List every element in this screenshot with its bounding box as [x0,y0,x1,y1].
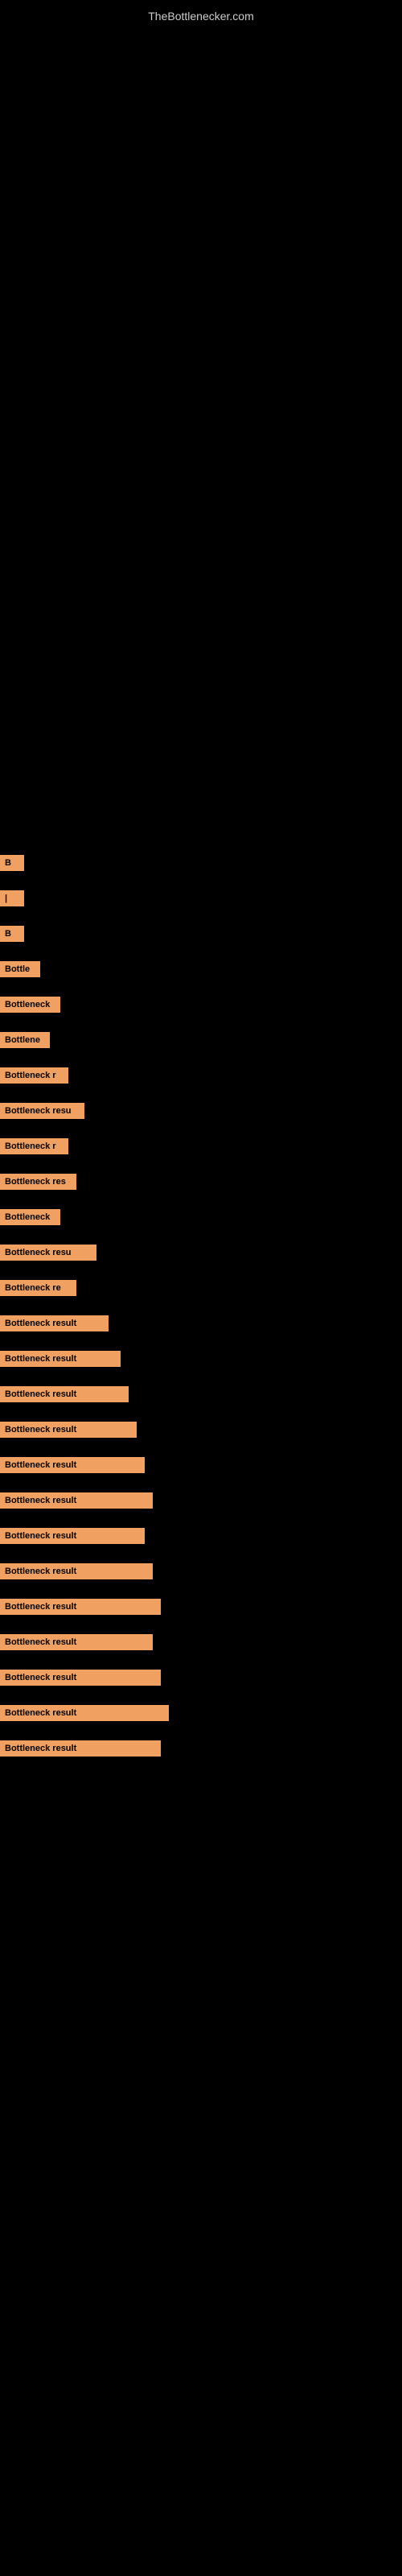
bottleneck-item: Bottleneck r [0,1058,402,1093]
bottleneck-item: Bottleneck result [0,1377,402,1412]
bottleneck-item: B [0,916,402,952]
bottleneck-label[interactable]: B [0,855,24,871]
bottleneck-list: B | B Bottle Bottleneck Bottlene Bottleneck r B… [0,845,402,1766]
bottleneck-item: Bottleneck result [0,1341,402,1377]
bottleneck-item: | [0,881,402,916]
bottleneck-item: Bottleneck re [0,1270,402,1306]
bottleneck-item: Bottleneck result [0,1554,402,1589]
bottleneck-item: Bottleneck result [0,1518,402,1554]
bottleneck-item: Bottleneck result [0,1589,402,1624]
bottleneck-label[interactable]: Bottleneck result [0,1386,129,1402]
bottleneck-label[interactable]: Bottlene [0,1032,50,1048]
bottleneck-item: Bottleneck resu [0,1093,402,1129]
bottleneck-item: Bottleneck result [0,1412,402,1447]
bottleneck-label[interactable]: Bottleneck [0,997,60,1013]
bottleneck-label[interactable]: Bottleneck result [0,1705,169,1721]
bottleneck-label[interactable]: Bottleneck result [0,1740,161,1757]
bottleneck-label[interactable]: Bottleneck result [0,1599,161,1615]
bottleneck-item: B [0,845,402,881]
bottleneck-label[interactable]: Bottleneck result [0,1528,145,1544]
bottleneck-label[interactable]: Bottleneck result [0,1351,121,1367]
bottleneck-item: Bottle [0,952,402,987]
bottleneck-label[interactable]: Bottleneck result [0,1563,153,1579]
bottleneck-item: Bottleneck result [0,1306,402,1341]
bottleneck-label[interactable]: Bottleneck resu [0,1245,96,1261]
bottleneck-label[interactable]: Bottleneck result [0,1492,153,1509]
bottleneck-item: Bottleneck result [0,1447,402,1483]
bottleneck-item: Bottleneck res [0,1164,402,1199]
bottleneck-item: Bottleneck [0,987,402,1022]
bottleneck-label[interactable]: Bottleneck [0,1209,60,1225]
bottleneck-label[interactable]: | [0,890,24,906]
site-title: TheBottlenecker.com [0,3,402,29]
bottleneck-item: Bottleneck [0,1199,402,1235]
bottleneck-label[interactable]: Bottleneck result [0,1422,137,1438]
bottleneck-label[interactable]: Bottleneck result [0,1315,109,1331]
bottleneck-label[interactable]: Bottleneck res [0,1174,76,1190]
bottleneck-label[interactable]: Bottleneck result [0,1457,145,1473]
bottleneck-label[interactable]: B [0,926,24,942]
bottleneck-label[interactable]: Bottleneck result [0,1670,161,1686]
bottleneck-label[interactable]: Bottleneck r [0,1067,68,1084]
bottleneck-item: Bottlene [0,1022,402,1058]
bottleneck-item: Bottleneck resu [0,1235,402,1270]
bottleneck-label[interactable]: Bottle [0,961,40,977]
bottleneck-item: Bottleneck result [0,1660,402,1695]
bottleneck-label[interactable]: Bottleneck re [0,1280,76,1296]
bottleneck-item: Bottleneck result [0,1483,402,1518]
bottleneck-label[interactable]: Bottleneck result [0,1634,153,1650]
bottleneck-item: Bottleneck r [0,1129,402,1164]
bottleneck-item: Bottleneck result [0,1731,402,1766]
bottleneck-label[interactable]: Bottleneck r [0,1138,68,1154]
bottleneck-item: Bottleneck result [0,1624,402,1660]
bottleneck-label[interactable]: Bottleneck resu [0,1103,84,1119]
bottleneck-item: Bottleneck result [0,1695,402,1731]
